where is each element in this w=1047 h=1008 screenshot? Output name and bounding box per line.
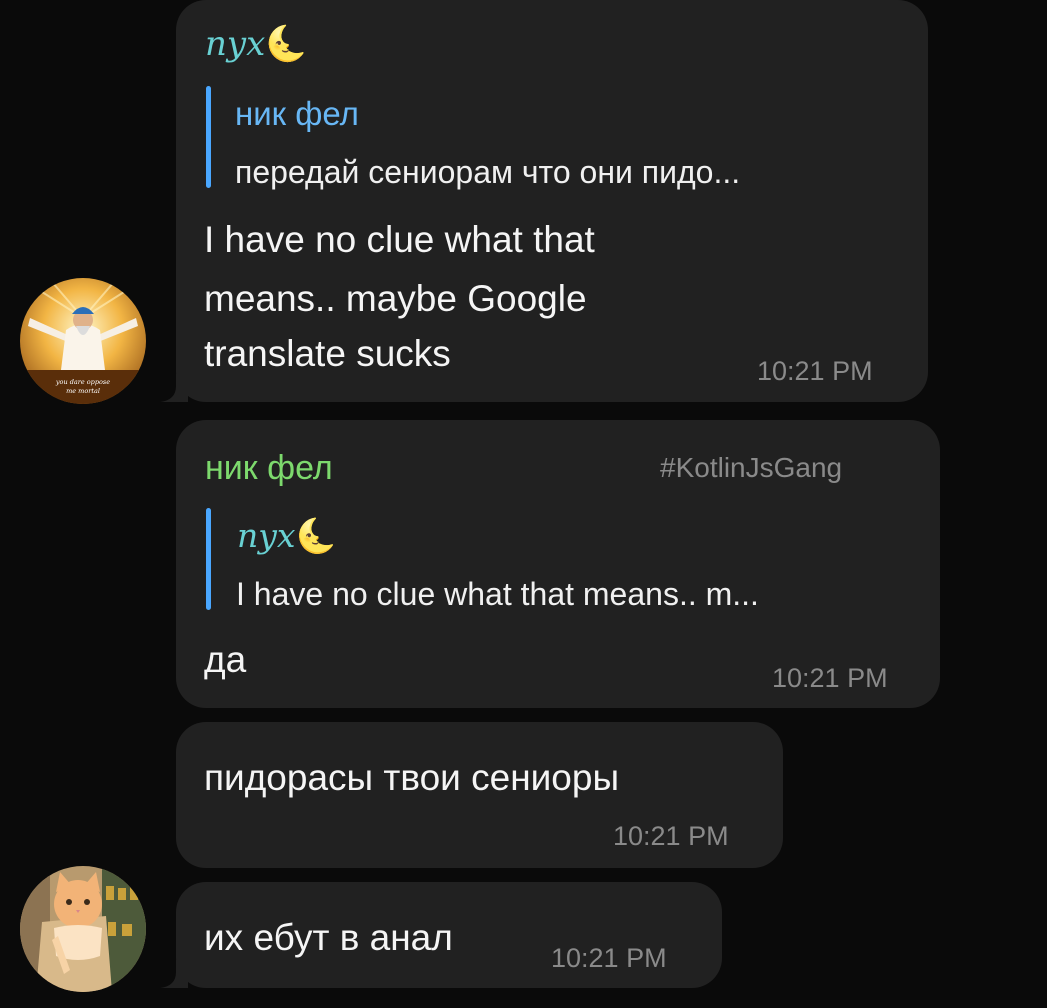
bubble-tail [160, 960, 188, 988]
reply-sender-name[interactable]: ник фел [235, 94, 359, 134]
avatar-image: you dare oppose me mortal [20, 278, 146, 404]
reply-bar [206, 508, 211, 610]
message-time: 10:21 PM [613, 821, 729, 851]
cat-avatar-image [20, 866, 146, 992]
message-text-line: I have no clue what that [204, 219, 595, 260]
bubble-tail [160, 374, 188, 402]
reply-sender-name[interactable]: nyx🌜 [237, 516, 337, 556]
reply-preview-text[interactable]: I have no clue what that means.. m... [236, 574, 759, 614]
message-text-line: translate sucks [204, 333, 451, 374]
message-text: их ебут в анал [204, 917, 453, 958]
sender-name[interactable]: ник фел [205, 448, 333, 488]
reply-preview-text[interactable]: передай сениорам что они пидо... [235, 152, 740, 192]
sender-name[interactable]: nyx🌜 [205, 24, 308, 64]
message-time: 10:21 PM [757, 356, 873, 386]
sender-tag: #KotlinJsGang [660, 452, 843, 483]
message-text: пидорасы твои сениоры [204, 757, 620, 798]
reply-bar [206, 86, 211, 188]
message-text-line: means.. maybe Google [204, 278, 587, 319]
moon-emoji-icon: 🌜 [265, 24, 308, 64]
avatar-caption: me mortal [66, 387, 100, 395]
sender-avatar[interactable]: you dare oppose me mortal [20, 278, 146, 404]
avatar-caption: you dare oppose [55, 378, 110, 386]
message-time: 10:21 PM [551, 943, 667, 973]
message-text: да [204, 639, 247, 680]
message-time: 10:21 PM [772, 663, 888, 693]
moon-emoji-icon: 🌜 [295, 516, 337, 555]
sender-avatar[interactable] [20, 866, 146, 992]
